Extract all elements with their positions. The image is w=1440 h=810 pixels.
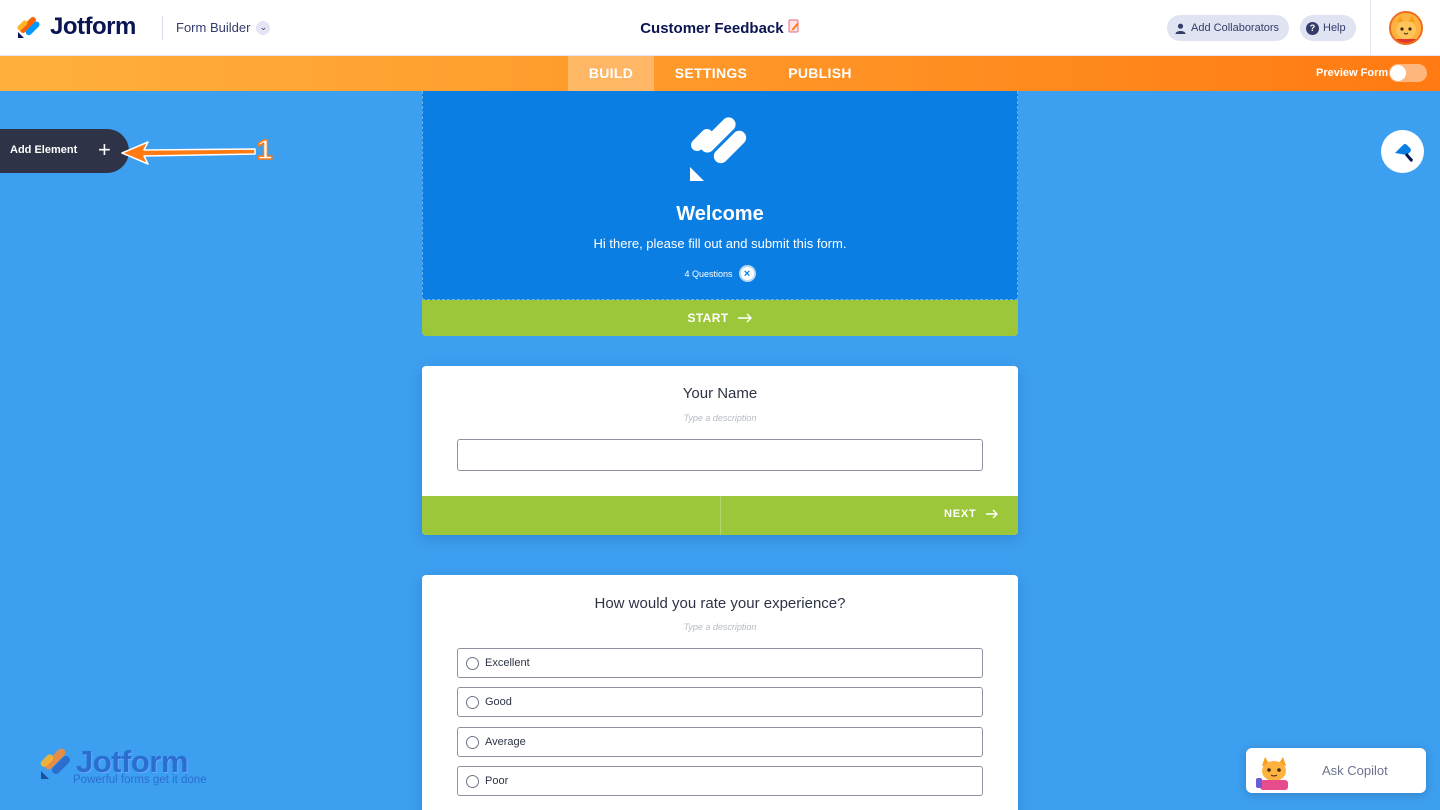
question-title[interactable]: How would you rate your experience?: [422, 595, 1018, 612]
tab-build[interactable]: BUILD: [568, 56, 654, 91]
question-card-rating[interactable]: How would you rate your experience? Type…: [422, 575, 1018, 810]
next-label: NEXT: [944, 508, 977, 520]
preview-form-toggle[interactable]: [1389, 64, 1427, 82]
avatar[interactable]: [1389, 11, 1423, 45]
form-designer-button[interactable]: [1381, 130, 1424, 173]
next-button[interactable]: NEXT: [944, 508, 999, 520]
question-footer: NEXT: [422, 496, 1018, 535]
option-excellent[interactable]: Excellent: [457, 648, 983, 678]
arrow-right-icon: [737, 313, 752, 323]
tab-settings[interactable]: SETTINGS: [664, 56, 758, 91]
add-collaborators-label: Add Collaborators: [1191, 22, 1280, 34]
annotation-arrow: [121, 141, 256, 165]
start-label: START: [687, 311, 729, 325]
option-label: Good: [485, 696, 512, 708]
form-builder-label: Form Builder: [176, 20, 251, 35]
question-description[interactable]: Type a description: [422, 622, 1018, 632]
top-bar: Jotform Form Builder ⌄ Customer Feedback…: [0, 0, 1440, 56]
add-element-button[interactable]: Add Element +: [0, 129, 129, 173]
radio-button[interactable]: [466, 695, 479, 709]
edit-form-title-icon[interactable]: [788, 19, 800, 33]
option-poor[interactable]: Poor: [457, 766, 983, 796]
toggle-knob: [1390, 65, 1406, 81]
copilot-cat-icon: [1256, 757, 1288, 790]
option-label: Excellent: [485, 657, 530, 669]
welcome-title[interactable]: Welcome: [423, 203, 1017, 226]
option-label: Average: [485, 736, 526, 748]
brand-name: Jotform: [50, 13, 136, 40]
radio-button[interactable]: [466, 774, 479, 788]
help-button[interactable]: ? Help: [1300, 15, 1356, 41]
ask-copilot-label: Ask Copilot: [1322, 763, 1388, 778]
start-button[interactable]: START: [422, 300, 1018, 336]
question-description[interactable]: Type a description: [422, 413, 1018, 423]
header-divider: [162, 16, 163, 40]
name-input[interactable]: [457, 439, 983, 471]
cat-avatar-icon: [1391, 13, 1421, 43]
form-builder-menu[interactable]: Form Builder ⌄: [176, 20, 271, 35]
builder-nav: BUILD SETTINGS PUBLISH Preview Form: [0, 56, 1440, 91]
paint-roller-icon: [1394, 143, 1413, 162]
annotation-number: 1: [256, 133, 273, 166]
add-element-label: Add Element: [10, 144, 78, 156]
welcome-card[interactable]: Welcome Hi there, please fill out and su…: [422, 91, 1018, 300]
help-label: Help: [1323, 22, 1346, 34]
jotform-logo[interactable]: Jotform: [16, 13, 136, 41]
question-title[interactable]: Your Name: [422, 385, 1018, 402]
header-divider-right: [1370, 0, 1371, 56]
jotform-white-logo-icon: [690, 117, 747, 181]
arrow-right-icon: [985, 509, 998, 519]
user-icon: [1175, 23, 1186, 34]
form-title-text: Customer Feedback: [640, 20, 784, 37]
question-card-name[interactable]: Your Name Type a description NEXT: [422, 366, 1018, 535]
radio-button[interactable]: [466, 656, 479, 670]
ask-copilot-button[interactable]: Ask Copilot: [1246, 748, 1426, 793]
footer-divider: [720, 496, 721, 535]
question-count: 4 Questions ×: [423, 265, 1017, 282]
tab-publish[interactable]: PUBLISH: [778, 56, 862, 91]
welcome-subtitle[interactable]: Hi there, please fill out and submit thi…: [423, 236, 1017, 251]
preview-form-label: Preview Form: [1316, 67, 1389, 79]
plus-icon: +: [98, 137, 111, 162]
close-icon[interactable]: ×: [738, 265, 756, 282]
jotform-logo-icon: [17, 17, 40, 38]
question-count-label: 4 Questions: [684, 268, 733, 279]
option-label: Poor: [485, 775, 509, 787]
radio-button[interactable]: [466, 735, 479, 749]
chevron-down-icon: ⌄: [256, 20, 271, 35]
watermark-tagline: Powerful forms get it done: [73, 774, 207, 786]
add-collaborators-button[interactable]: Add Collaborators: [1167, 15, 1290, 41]
option-average[interactable]: Average: [457, 727, 983, 757]
jotform-watermark-icon: [40, 748, 70, 779]
help-icon: ?: [1306, 21, 1319, 35]
option-good[interactable]: Good: [457, 687, 983, 717]
